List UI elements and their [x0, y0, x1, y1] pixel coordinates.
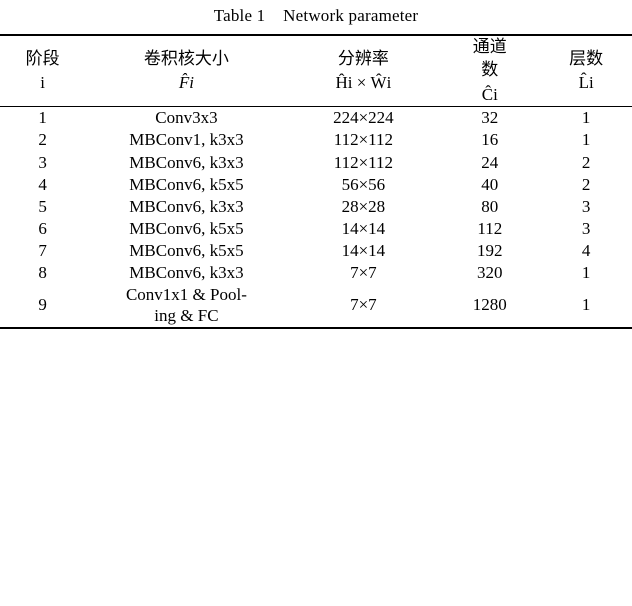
cell-layers: 1	[581, 108, 591, 128]
cell-channels: 32	[481, 108, 499, 128]
column-header-channels-cn1: 通道	[472, 37, 507, 57]
column-header-resolution-sym: Ĥi × Ŵi	[335, 73, 392, 93]
column-header-stage-cn: 阶段	[25, 48, 60, 69]
cell-operator: Conv1x1 & Pool- ing & FC	[85, 284, 287, 328]
cell-operator: MBConv1, k3x3	[129, 130, 244, 150]
cell-channels: 16	[481, 130, 499, 150]
cell-resolution: 14×14	[341, 218, 386, 238]
cell-stage: 6	[38, 218, 47, 238]
cell-operator: MBConv6, k3x3	[129, 263, 244, 283]
cell-layers: 1	[581, 295, 591, 315]
table-body: 1 Conv3x3 224×224 32 1 2 MBConv1, k3x3 1…	[0, 106, 632, 331]
cell-operator: MBConv6, k3x3	[129, 196, 244, 216]
cell-layers: 2	[581, 152, 591, 172]
cell-stage: 4	[38, 174, 47, 194]
network-parameter-table: 阶段 i 卷积核大小 F̂i 分辨率 Ĥi × Ŵi 通道 数 Ĉi 层数…	[0, 34, 632, 331]
column-header-channels-cn2: 数	[481, 60, 499, 81]
column-header-channels-sym: Ĉi	[481, 84, 498, 104]
cell-stage: 3	[38, 152, 47, 172]
cell-operator: MBConv6, k5x5	[129, 218, 244, 238]
table-header: 阶段 i 卷积核大小 F̂i 分辨率 Ĥi × Ŵi 通道 数 Ĉi 层数…	[0, 35, 632, 107]
cell-stage: 9	[38, 295, 47, 315]
column-header-resolution: 分辨率 Ĥi × Ŵi	[288, 35, 440, 107]
table-header-row: 阶段 i 卷积核大小 F̂i 分辨率 Ĥi × Ŵi 通道 数 Ĉi 层数…	[0, 35, 632, 107]
table-row: 1 Conv3x3 224×224 32 1	[0, 106, 632, 130]
cell-channels: 112	[477, 218, 503, 238]
table-page: Table 1 Network parameter 阶段 i 卷积核大小 F̂i…	[0, 0, 632, 606]
cell-resolution: 28×28	[341, 196, 386, 216]
cell-stage: 5	[38, 196, 47, 216]
cell-layers: 1	[581, 263, 591, 283]
cell-layers: 1	[581, 130, 591, 150]
table-row: 5 MBConv6, k3x3 28×28 80 3	[0, 196, 632, 218]
table-row: 9 Conv1x1 & Pool- ing & FC 7×7 1280 1	[0, 284, 632, 328]
table-caption: Table 1 Network parameter	[213, 6, 419, 25]
cell-layers: 3	[581, 196, 591, 216]
cell-layers: 2	[581, 174, 591, 194]
cell-resolution: 112×112	[333, 130, 394, 150]
cell-channels: 192	[477, 240, 503, 260]
column-header-channels: 通道 数 Ĉi	[439, 35, 540, 107]
cell-operator: Conv3x3	[155, 108, 218, 128]
column-header-resolution-cn: 分辨率	[337, 48, 389, 69]
cell-operator-line2: ing & FC	[154, 306, 219, 326]
cell-operator: MBConv6, k5x5	[129, 174, 244, 194]
column-header-layers-sym: L̂i	[578, 73, 594, 93]
cell-resolution: 7×7	[350, 263, 377, 283]
table-row: 6 MBConv6, k5x5 14×14 112 3	[0, 218, 632, 240]
column-header-kernel-sym: F̂i	[178, 73, 194, 93]
cell-resolution: 112×112	[333, 152, 394, 172]
cell-resolution: 56×56	[341, 174, 386, 194]
table-bottom-rule-row	[0, 326, 632, 331]
column-header-stage: 阶段 i	[0, 35, 85, 107]
cell-stage: 8	[38, 263, 47, 283]
column-header-stage-sym: i	[40, 73, 46, 93]
cell-layers: 3	[581, 218, 591, 238]
cell-operator-line1: Conv1x1 & Pool-	[125, 285, 247, 305]
cell-stage: 7	[38, 240, 47, 260]
table-row: 8 MBConv6, k3x3 7×7 320 1	[0, 262, 632, 284]
cell-channels: 24	[481, 152, 499, 172]
column-header-layers: 层数 L̂i	[540, 35, 632, 107]
cell-layers: 4	[581, 240, 591, 260]
column-header-kernel-cn: 卷积核大小	[143, 48, 229, 69]
cell-stage: 1	[38, 108, 47, 128]
cell-channels: 1280	[472, 295, 507, 315]
cell-stage: 2	[38, 130, 47, 150]
column-header-layers-cn: 层数	[569, 48, 604, 69]
cell-resolution: 7×7	[350, 295, 377, 315]
cell-operator: MBConv6, k5x5	[129, 240, 244, 260]
table-row: 4 MBConv6, k5x5 56×56 40 2	[0, 174, 632, 196]
cell-operator: MBConv6, k3x3	[129, 152, 244, 172]
table-bottom-rule	[0, 326, 632, 331]
cell-resolution: 224×224	[333, 108, 394, 128]
cell-channels: 40	[481, 174, 499, 194]
table-row: 7 MBConv6, k5x5 14×14 192 4	[0, 240, 632, 262]
column-header-kernel: 卷积核大小 F̂i	[85, 35, 287, 107]
cell-resolution: 14×14	[341, 240, 386, 260]
table-row: 3 MBConv6, k3x3 112×112 24 2	[0, 152, 632, 174]
cell-channels: 80	[481, 196, 499, 216]
table-row: 2 MBConv1, k3x3 112×112 16 1	[0, 129, 632, 151]
cell-channels: 320	[477, 263, 503, 283]
